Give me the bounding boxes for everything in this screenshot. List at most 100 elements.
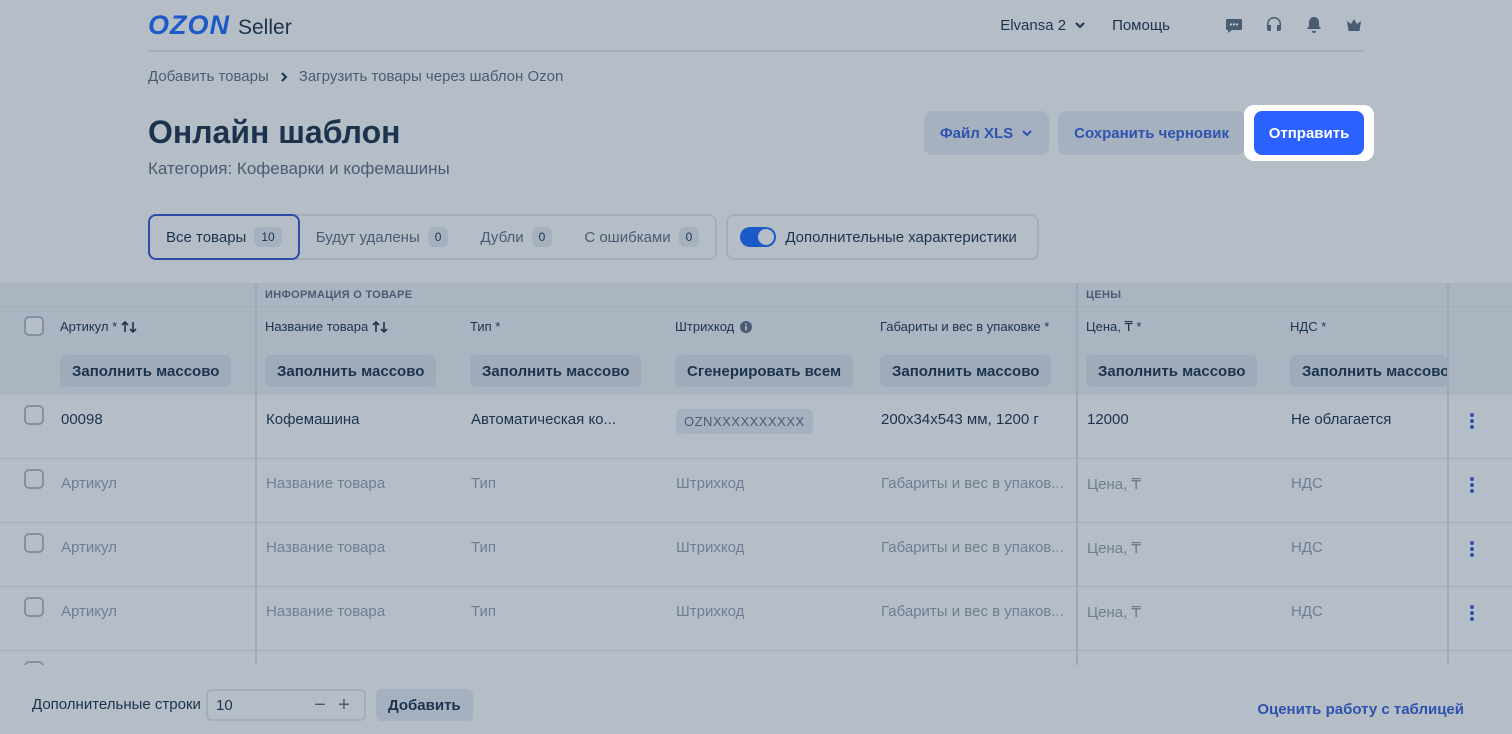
row-more-icon[interactable] xyxy=(1462,539,1482,559)
page-title: Онлайн шаблон xyxy=(148,114,401,150)
tab-duplicates[interactable]: Дубли 0 xyxy=(464,214,568,260)
tab-all-products[interactable]: Все товары 10 xyxy=(148,214,300,260)
crown-icon[interactable] xyxy=(1344,15,1364,35)
cell-price[interactable]: Цена, ₸ xyxy=(1087,539,1277,557)
cell-price[interactable]: Цена, ₸ xyxy=(1087,475,1277,493)
generate-all-barcodes-button[interactable]: Сгенерировать всем xyxy=(675,355,854,387)
row-checkbox[interactable] xyxy=(24,469,44,489)
chevron-right-icon xyxy=(281,71,288,82)
help-link[interactable]: Помощь xyxy=(1112,17,1170,34)
cell-type[interactable]: Тип xyxy=(471,539,661,556)
cell-dimensions[interactable]: 200x34x543 мм, 1200 г xyxy=(881,411,1073,428)
tab-to-be-deleted[interactable]: Будут удалены 0 xyxy=(300,214,465,260)
cell-sku[interactable]: Артикул xyxy=(61,539,251,556)
bell-icon[interactable] xyxy=(1304,15,1324,35)
sort-icon[interactable] xyxy=(372,320,388,333)
extra-rows-stepper: − + xyxy=(206,689,366,721)
table-row: Артикул Название товара Тип Штрихкод Габ… xyxy=(0,587,1512,651)
column-divider xyxy=(255,283,257,665)
column-divider xyxy=(1447,283,1449,665)
plus-icon[interactable]: + xyxy=(332,693,356,717)
cell-name[interactable]: Название товара xyxy=(266,603,456,620)
cell-vat[interactable]: Не облагается xyxy=(1291,411,1441,428)
tab-label: Все товары xyxy=(166,228,247,246)
breadcrumb: Добавить товары Загрузить товары через ш… xyxy=(148,68,563,85)
row-more-icon[interactable] xyxy=(1462,603,1482,623)
chevron-down-icon xyxy=(1022,130,1032,137)
count-badge: 0 xyxy=(427,227,449,247)
cell-name[interactable]: Кофемашина xyxy=(266,411,456,428)
column-header-vat: НДС * xyxy=(1290,319,1326,334)
column-label: Артикул * xyxy=(60,319,118,334)
cell-sku[interactable]: Артикул xyxy=(61,475,251,492)
fill-bulk-vat-button[interactable]: Заполнить массово xyxy=(1290,355,1448,387)
cell-type[interactable]: Тип xyxy=(471,603,661,620)
breadcrumb-item-upload-template[interactable]: Загрузить товары через шаблон Ozon xyxy=(299,68,564,85)
minus-icon[interactable]: − xyxy=(308,693,332,717)
cell-vat[interactable]: НДС xyxy=(1291,475,1441,492)
cell-type[interactable]: Тип xyxy=(471,475,661,492)
tab-label: Будут удалены xyxy=(315,228,420,246)
account-switcher[interactable]: Elvansa 2 xyxy=(1000,17,1086,34)
cell-type[interactable]: Автоматическая ко... xyxy=(471,411,661,428)
column-header-dimensions: Габариты и вес в упаковке * xyxy=(880,319,1049,334)
cell-vat[interactable]: НДС xyxy=(1291,603,1441,620)
extra-rows-input[interactable] xyxy=(208,696,308,714)
headset-icon[interactable] xyxy=(1264,15,1284,35)
extra-attributes-toggle[interactable] xyxy=(740,227,777,247)
row-more-icon[interactable] xyxy=(1462,475,1482,495)
save-draft-button[interactable]: Сохранить черновик xyxy=(1058,111,1245,155)
cell-price[interactable]: Цена, ₸ xyxy=(1087,603,1277,621)
row-more-icon[interactable] xyxy=(1462,411,1482,431)
row-checkbox[interactable] xyxy=(24,533,44,553)
cell-barcode[interactable]: Штрихкод xyxy=(676,603,866,620)
extra-rows-label: Дополнительные строки xyxy=(32,696,201,713)
cell-barcode[interactable]: OZNXXXXXXXXXX xyxy=(676,409,813,434)
fill-bulk-dimensions-button[interactable]: Заполнить массово xyxy=(880,355,1052,387)
breadcrumb-item-add-products[interactable]: Добавить товары xyxy=(148,68,269,85)
cell-name[interactable]: Название товара xyxy=(266,475,456,492)
fill-bulk-name-button[interactable]: Заполнить массово xyxy=(265,355,437,387)
cell-dimensions[interactable]: Габариты и вес в упаков... xyxy=(881,603,1071,620)
row-checkbox[interactable] xyxy=(24,597,44,617)
add-rows-button[interactable]: Добавить xyxy=(376,689,473,721)
fill-bulk-sku-button[interactable]: Заполнить массово xyxy=(60,355,232,387)
ozon-seller-logo[interactable]: OZON Seller xyxy=(148,10,292,41)
row-checkbox[interactable] xyxy=(24,405,44,425)
cell-barcode[interactable]: Штрихкод xyxy=(676,539,866,556)
filter-tabs: Все товары 10 Будут удалены 0 Дубли 0 С … xyxy=(148,214,718,260)
cell-price[interactable]: 12000 xyxy=(1087,411,1277,428)
column-header-sku[interactable]: Артикул * xyxy=(60,319,137,334)
count-badge: 10 xyxy=(254,227,282,247)
table-header: ИНФОРМАЦИЯ О ТОВАРЕ ЦЕНЫ Артикул * Назва… xyxy=(0,283,1512,395)
cell-sku[interactable]: 00098 xyxy=(61,411,251,428)
cell-dimensions[interactable]: Габариты и вес в упаков... xyxy=(881,539,1071,556)
cell-dimensions[interactable]: Габариты и вес в упаков... xyxy=(881,475,1071,492)
table-row xyxy=(0,651,1512,665)
sort-icon[interactable] xyxy=(121,320,137,333)
products-table: ИНФОРМАЦИЯ О ТОВАРЕ ЦЕНЫ Артикул * Назва… xyxy=(0,283,1512,665)
column-label: Штрихкод xyxy=(675,319,735,334)
rate-table-link[interactable]: Оценить работу с таблицей xyxy=(1257,701,1464,718)
info-icon[interactable] xyxy=(740,320,753,333)
extra-attributes-toggle-group: Дополнительные характеристики xyxy=(726,214,1039,260)
logo-seller-text: Seller xyxy=(238,15,292,39)
fill-bulk-price-button[interactable]: Заполнить массово xyxy=(1086,355,1258,387)
column-header-barcode: Штрихкод xyxy=(675,319,753,334)
chat-icon[interactable] xyxy=(1224,15,1244,35)
cell-barcode[interactable]: Штрихкод xyxy=(676,475,866,492)
filter-bar: Все товары 10 Будут удалены 0 Дубли 0 С … xyxy=(148,214,1039,260)
cell-sku[interactable]: Артикул xyxy=(61,603,251,620)
file-xls-button[interactable]: Файл XLS xyxy=(923,111,1050,155)
select-all-checkbox[interactable] xyxy=(24,316,44,336)
fill-bulk-type-button[interactable]: Заполнить массово xyxy=(470,355,642,387)
tab-with-errors[interactable]: С ошибками 0 xyxy=(568,214,715,260)
cell-name[interactable]: Название товара xyxy=(266,539,456,556)
column-header-name[interactable]: Название товара xyxy=(265,319,388,334)
column-header-type: Тип * xyxy=(470,319,500,334)
row-checkbox[interactable] xyxy=(24,661,44,665)
column-header-price: Цена, ₸ * xyxy=(1086,319,1141,335)
tab-label: С ошибками xyxy=(584,228,671,246)
cell-vat[interactable]: НДС xyxy=(1291,539,1441,556)
submit-button[interactable]: Отправить xyxy=(1254,111,1364,155)
